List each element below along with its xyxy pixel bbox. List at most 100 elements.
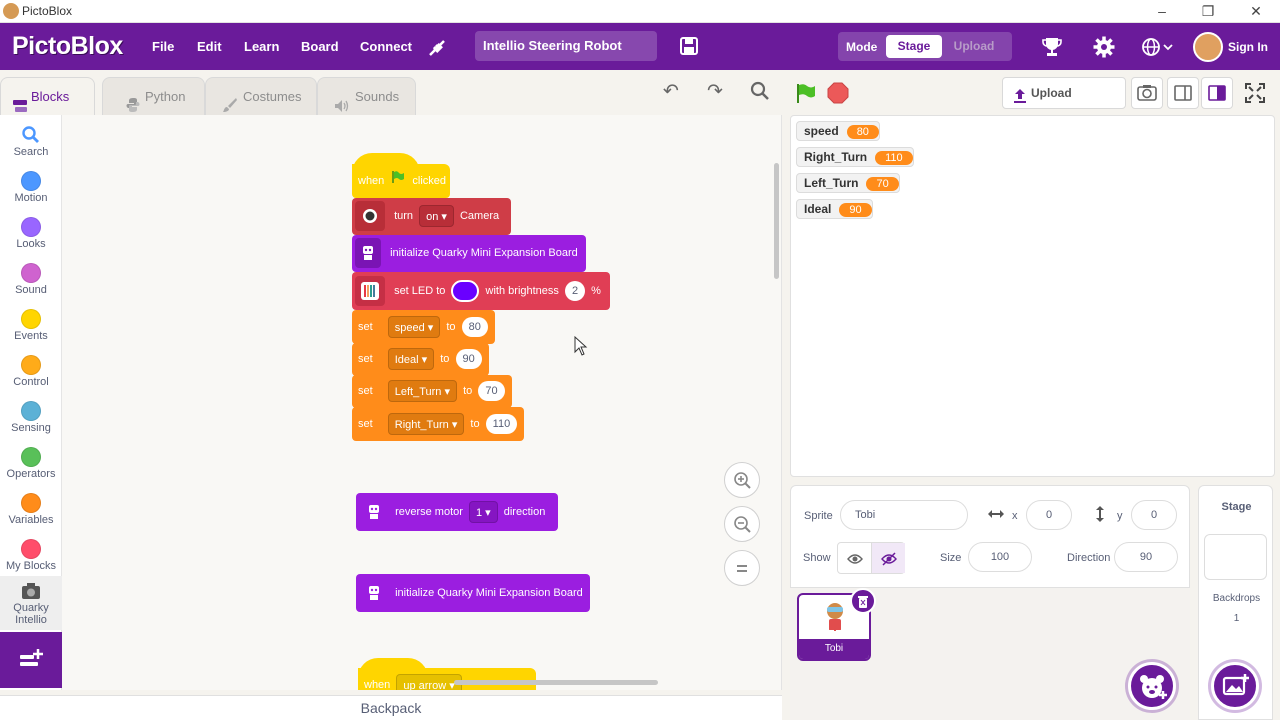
variable-dropdown[interactable]: Left_Turn ▾ [387,380,458,403]
sprite-name-input[interactable]: Tobi [840,500,968,530]
mode-label: Mode [846,40,878,54]
hide-eye-icon[interactable] [871,543,905,573]
menu-file[interactable]: File [152,39,174,54]
set-variable-block[interactable]: set speed ▾ to 80 [352,310,495,344]
add-extension-button[interactable] [0,632,62,688]
zoom-in-button[interactable] [724,462,760,498]
block-text: with brightness [485,285,559,297]
menu-edit[interactable]: Edit [197,39,222,54]
minimize-icon[interactable]: – [1150,2,1174,20]
variable-dropdown[interactable]: Ideal ▾ [387,348,435,371]
key-dropdown[interactable]: up arrow ▾ [396,674,462,690]
category-control[interactable]: Control [0,350,62,396]
x-input[interactable]: 0 [1026,500,1072,530]
y-input[interactable]: 0 [1131,500,1177,530]
zoom-out-button[interactable] [724,506,760,542]
mode-stage-button[interactable]: Stage [886,35,942,58]
trophy-icon[interactable] [1040,35,1064,59]
category-sound[interactable]: Sound [0,258,62,304]
set-variable-block[interactable]: set Left_Turn ▾ to 70 [352,375,512,408]
initialize-board-block[interactable]: initialize Quarky Mini Expansion Board [356,574,590,612]
tab-blocks[interactable]: Blocks [0,77,95,115]
python-icon [125,90,141,112]
category-operators[interactable]: Operators [0,442,62,488]
upload-icon [1013,85,1027,115]
blocks-icon [12,90,28,112]
camera-state-dropdown[interactable]: on ▾ [419,205,454,228]
user-avatar[interactable] [1193,32,1223,62]
search-icon[interactable] [748,80,772,104]
green-flag-icon[interactable] [794,81,818,105]
small-stage-button[interactable] [1167,77,1199,109]
initialize-board-block[interactable]: initialize Quarky Mini Expansion Board [352,235,586,272]
mode-upload-button[interactable]: Upload [946,35,1002,58]
language-globe-icon[interactable] [1141,36,1173,58]
variable-value-input[interactable]: 90 [455,349,482,370]
motor-number-dropdown[interactable]: 1 ▾ [468,501,498,524]
variable-value-input[interactable]: 80 [461,317,488,338]
variable-value-input[interactable]: 70 [478,381,505,402]
variable-value-input[interactable]: 110 [485,414,518,435]
variable-monitor: speed 80 [796,121,880,141]
direction-label: Direction [1067,552,1111,564]
brightness-input[interactable]: 2 [564,281,586,302]
workspace-vertical-scrollbar[interactable] [774,163,779,279]
direction-input[interactable]: 90 [1114,542,1178,572]
stage-canvas[interactable]: speed 80 Right_Turn 110 Left_Turn 70 Ideal 9… [790,115,1275,477]
when-key-pressed-block[interactable]: when up arrow ▾ [358,668,536,690]
tab-costumes[interactable]: Costumes [205,77,317,115]
block-text: to [440,353,450,365]
tab-python[interactable]: Python [102,77,205,115]
reverse-motor-block[interactable]: reverse motor 1 ▾ direction [356,493,558,531]
block-text: % [591,285,601,297]
menu-learn[interactable]: Learn [244,39,279,54]
workspace-horizontal-scrollbar[interactable] [454,680,658,685]
zoom-reset-button[interactable] [724,550,760,586]
set-led-block[interactable]: set LED to with brightness 2 % [352,272,610,310]
size-input[interactable]: 100 [968,542,1032,572]
choose-backdrop-button[interactable] [1211,662,1259,710]
backpack-bar[interactable]: Backpack [0,695,782,720]
large-stage-button[interactable] [1201,77,1233,109]
variable-dropdown[interactable]: Right_Turn ▾ [387,413,465,436]
upload-firmware-button[interactable]: Upload Firmware [1002,77,1126,130]
led-color-picker[interactable] [451,280,480,303]
plug-icon[interactable] [426,37,446,57]
delete-sprite-button[interactable] [850,588,876,614]
show-eye-icon[interactable] [838,543,871,573]
save-icon[interactable] [679,36,699,56]
mouse-cursor-icon [574,335,588,359]
tab-sounds[interactable]: Sounds [317,77,416,115]
category-motion[interactable]: Motion [0,166,62,212]
redo-icon[interactable]: ↷ [703,80,727,104]
project-name-input[interactable]: Intellio Steering Robot [475,31,657,61]
stop-icon[interactable] [826,81,850,105]
category-search[interactable]: Search [0,120,62,166]
turn-camera-block[interactable]: turn on ▾ Camera [352,198,511,235]
menu-connect[interactable]: Connect [360,39,412,54]
category-variables[interactable]: Variables [0,488,62,534]
set-variable-block[interactable]: set Right_Turn ▾ to 110 [352,407,524,441]
block-text: set [358,385,373,397]
when-flag-clicked-block[interactable]: when clicked [352,164,450,198]
sign-in-button[interactable]: Sign In [1228,40,1268,54]
category-sensing[interactable]: Sensing [0,396,62,442]
category-looks[interactable]: Looks [0,212,62,258]
code-workspace[interactable]: when clicked turn on ▾ Camera initialize… [62,115,782,690]
variable-dropdown[interactable]: speed ▾ [387,316,441,339]
menu-board[interactable]: Board [301,39,339,54]
category-events[interactable]: Events [0,304,62,350]
brush-icon [222,90,238,112]
category-my-blocks[interactable]: My Blocks [0,534,62,580]
gear-icon[interactable] [1092,35,1116,59]
undo-icon[interactable]: ↶ [659,80,683,104]
set-variable-block[interactable]: set Ideal ▾ to 90 [352,343,489,376]
fullscreen-icon[interactable] [1244,82,1268,106]
backdrop-thumbnail[interactable] [1204,534,1267,580]
category-quarky-intellio[interactable]: Quarky Intellio [0,576,62,630]
restore-icon[interactable]: ❐ [1196,2,1220,20]
pictoblox-logo[interactable]: PictoBlox [12,32,123,61]
close-icon[interactable]: ✕ [1244,2,1268,20]
camera-snapshot-button[interactable] [1131,77,1163,109]
choose-sprite-button[interactable] [1128,662,1176,710]
